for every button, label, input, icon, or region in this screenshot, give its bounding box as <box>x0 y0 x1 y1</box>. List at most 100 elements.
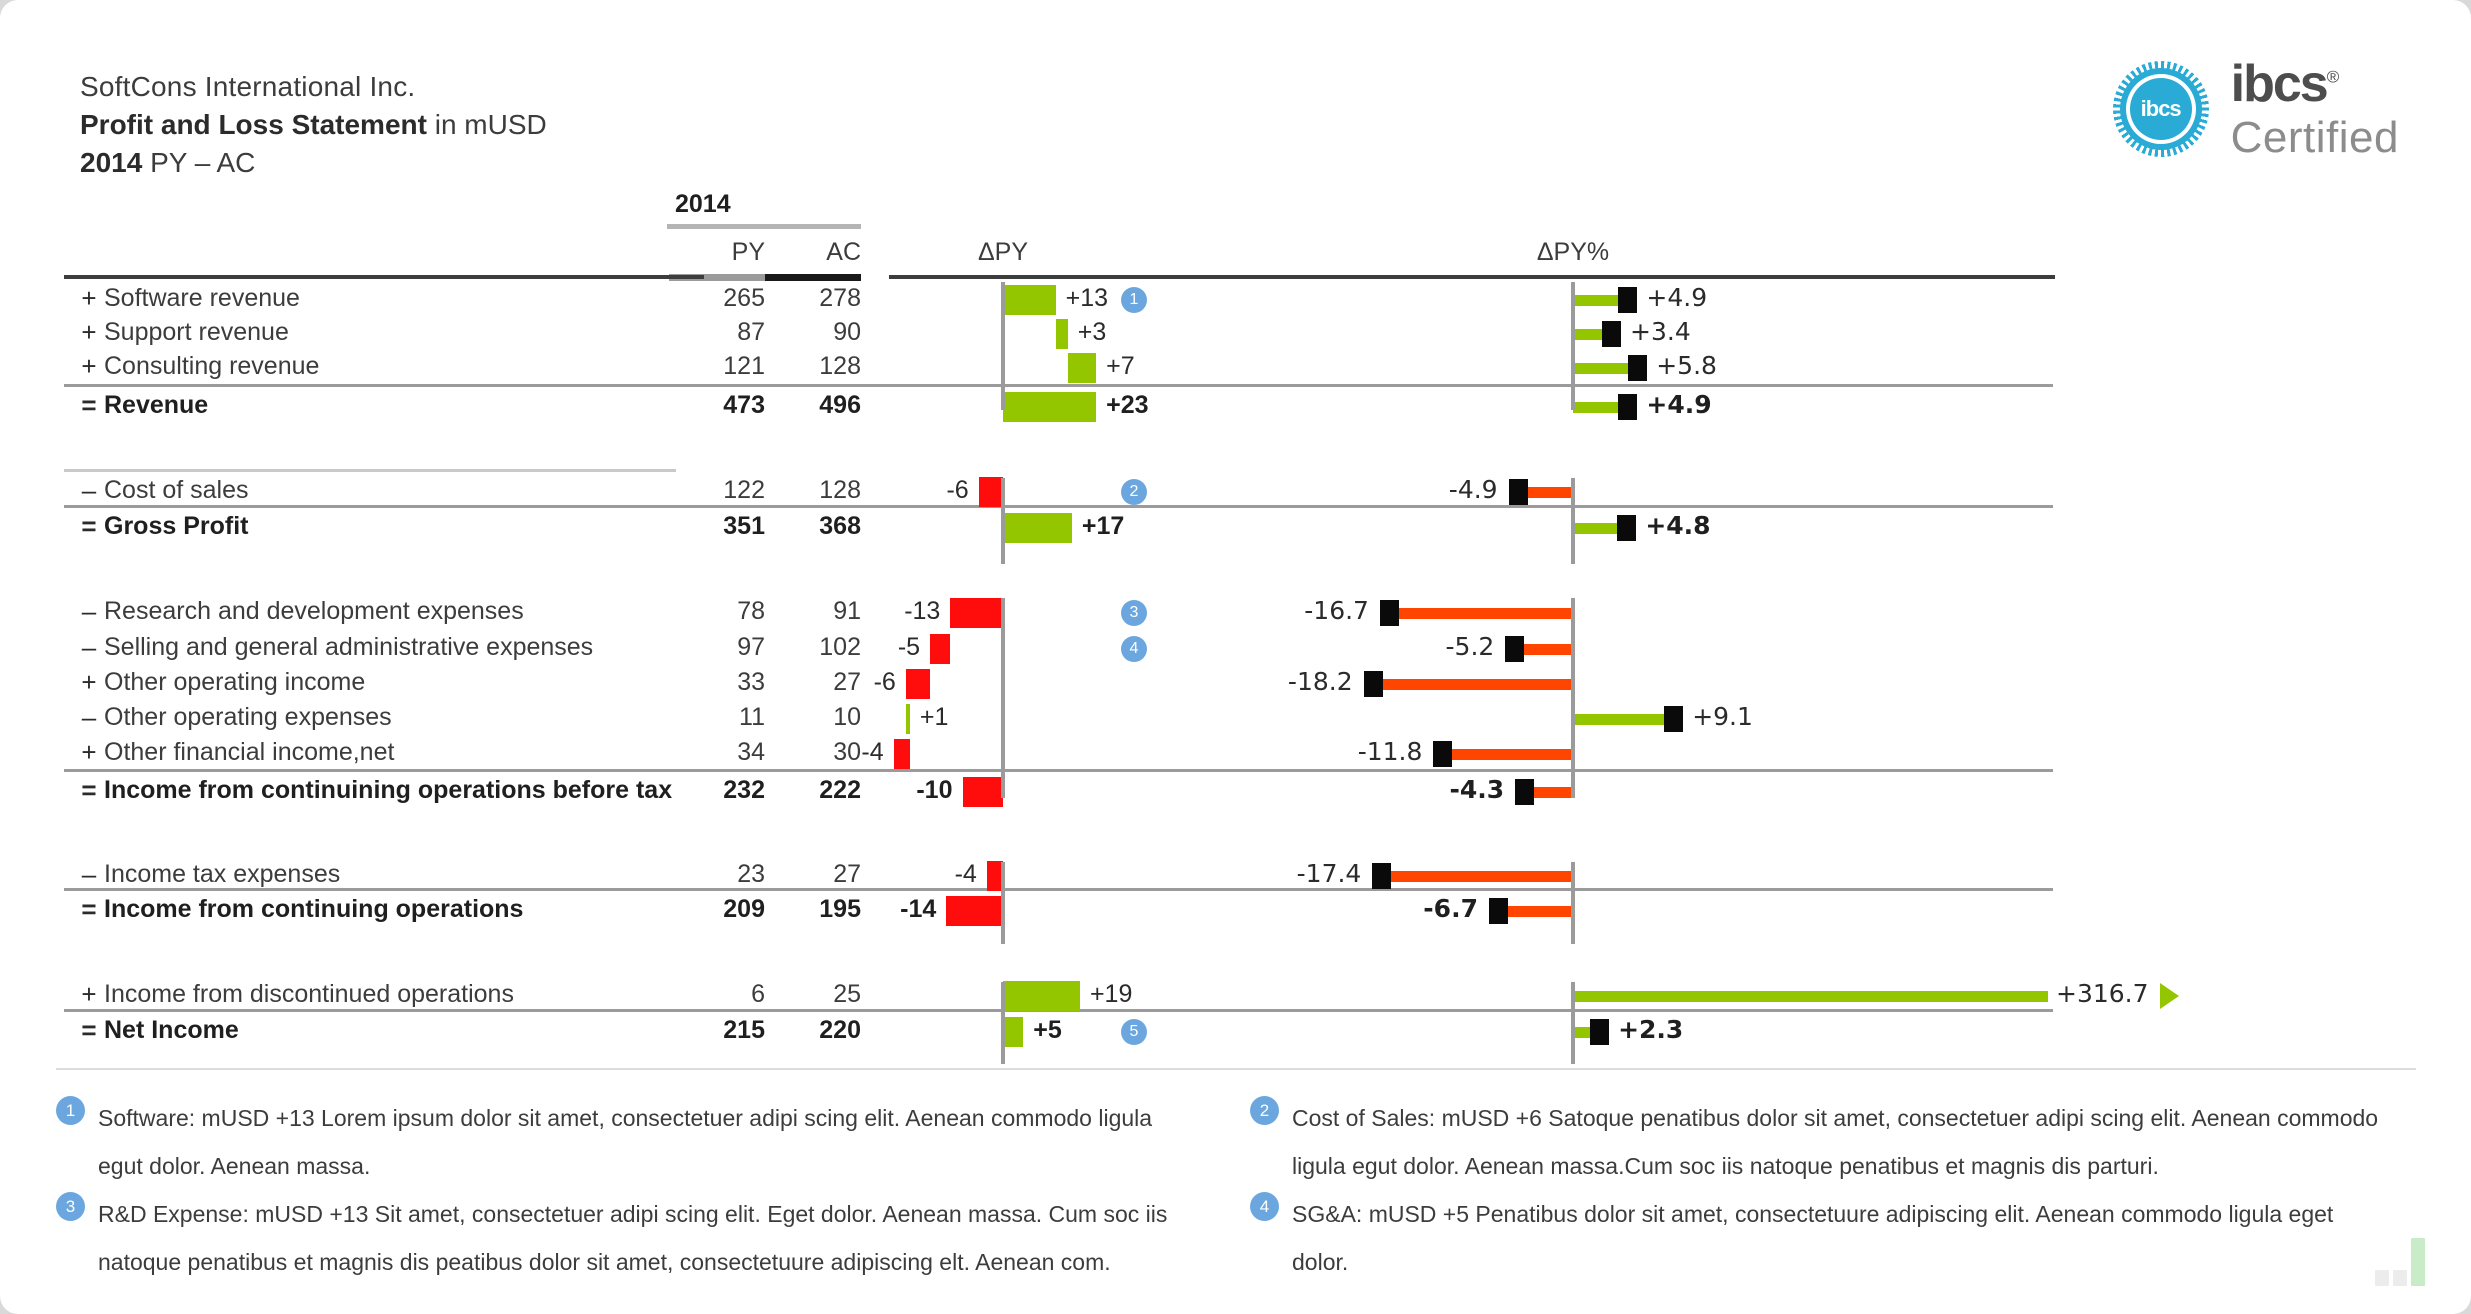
subtotal-rule <box>993 888 2053 891</box>
dpypct-value-label: -4.9 <box>1448 475 1498 504</box>
subtotal-rule <box>64 769 676 772</box>
dpypct-endcap <box>1515 779 1535 805</box>
subtotal-rule <box>64 888 676 891</box>
dpy-waterfall-bar <box>950 598 1003 628</box>
footnote-marker[interactable]: 3 <box>56 1192 85 1221</box>
footnote-text: Cost of Sales: mUSD +6 Satoque penatibus… <box>1292 1105 2379 1179</box>
dpypct-value-label: -17.4 <box>1296 859 1362 888</box>
subtotal-rule <box>659 1009 765 1012</box>
value-ac: 102 <box>819 633 861 661</box>
report-page: SoftCons International Inc. Profit and L… <box>0 0 2471 1314</box>
value-ac: 220 <box>819 1016 861 1044</box>
footnote-marker[interactable]: 1 <box>56 1096 85 1125</box>
footnote-marker[interactable]: 2 <box>1250 1096 1279 1125</box>
row-label: Income from continuing operations <box>104 895 524 923</box>
subtotal-rule <box>993 769 2053 772</box>
footnote: 2 Cost of Sales: mUSD +6 Satoque penatibu… <box>1250 1094 2380 1190</box>
dpy-waterfall-bar <box>905 704 910 734</box>
row-sign: = <box>81 511 97 541</box>
dpypct-bar <box>1516 644 1573 655</box>
row-label: Income from continuining operations befo… <box>104 776 673 804</box>
dpypct-value-label: +3.4 <box>1630 317 1691 346</box>
dpy-value-label: -14 <box>900 895 937 923</box>
scale-break-arrow-icon <box>2160 983 2179 1009</box>
row-sign: + <box>81 283 97 313</box>
value-ac: 27 <box>833 860 861 888</box>
dpy-zero-axis <box>1001 282 1005 410</box>
footnote-marker[interactable]: 3 <box>1121 600 1147 626</box>
footnote-marker[interactable]: 5 <box>1121 1019 1147 1045</box>
subtotal-rule <box>993 1009 2053 1012</box>
row-label: Income from discontinued operations <box>104 980 514 1008</box>
value-ac: 222 <box>819 776 861 804</box>
column-header-dpypct: ΔPY% <box>1536 238 1610 266</box>
dpypct-bar <box>1499 906 1573 917</box>
footnote-marker[interactable]: 4 <box>1121 636 1147 662</box>
subtotal-rule <box>993 384 2053 387</box>
value-ac: 27 <box>833 668 861 696</box>
footnote-marker[interactable]: 1 <box>1121 287 1147 313</box>
dpy-value-label: -13 <box>904 597 941 625</box>
dpy-waterfall-bar <box>1003 1017 1024 1047</box>
dpypct-bar <box>1573 363 1637 374</box>
footnote-marker[interactable]: 4 <box>1250 1192 1279 1221</box>
dpypct-endcap <box>1590 1019 1610 1045</box>
dpy-waterfall-bar <box>893 739 910 769</box>
row-sign: – <box>81 859 97 889</box>
row-label: Other operating expenses <box>104 703 392 731</box>
value-ac: 128 <box>819 352 861 380</box>
dpypct-endcap <box>1433 741 1453 767</box>
row-label: Software revenue <box>104 284 300 312</box>
dpypct-value-label: +4.8 <box>1645 511 1711 540</box>
dpypct-bar <box>1519 487 1573 498</box>
dpypct-endcap <box>1379 600 1399 626</box>
value-ac: 496 <box>819 391 861 419</box>
dpypct-value-label: -5.2 <box>1445 632 1495 661</box>
ac-scenario-bar <box>765 274 861 281</box>
pl-statement-table: 2014 PY AC ΔPY ΔPY% + Software revenue 265 278 + S… <box>0 0 2471 1064</box>
column-header-dpy: ΔPY <box>977 238 1029 266</box>
value-ac: 30 <box>833 738 861 766</box>
dpy-value-label: +1 <box>919 703 949 731</box>
year-underline <box>667 224 861 229</box>
dpypct-bar <box>1573 714 1673 725</box>
subtotal-rule <box>659 505 765 508</box>
row-sign: = <box>81 1015 97 1045</box>
footnotes-divider <box>56 1068 2416 1070</box>
group-rule <box>64 469 676 472</box>
row-label: Research and development expenses <box>104 597 524 625</box>
subtotal-rule <box>755 769 861 772</box>
row-sign: + <box>81 737 97 767</box>
row-sign: = <box>81 775 97 805</box>
footnote-marker[interactable]: 2 <box>1121 479 1147 505</box>
value-ac: 195 <box>819 895 861 923</box>
dpy-value-label: +5 <box>1033 1016 1062 1044</box>
subtotal-rule <box>755 505 861 508</box>
row-sign: – <box>81 596 97 626</box>
dpy-waterfall-bar <box>978 477 1003 507</box>
dpy-value-label: -4 <box>861 738 884 766</box>
value-ac: 368 <box>819 512 861 540</box>
dpy-value-label: -4 <box>954 860 977 888</box>
dpy-value-label: +13 <box>1065 284 1109 312</box>
dpypct-zero-axis <box>1571 862 1575 944</box>
row-sign: + <box>81 667 97 697</box>
dpypct-endcap <box>1628 355 1648 381</box>
dpypct-zero-axis <box>1571 478 1575 564</box>
dpypct-bar <box>1573 991 2048 1002</box>
footnote: 4 SG&A: mUSD +5 Penatibus dolor sit amet,… <box>1250 1190 2380 1286</box>
value-ac: 25 <box>833 980 861 1008</box>
subtotal-rule <box>64 384 676 387</box>
dpypct-value-label: -16.7 <box>1304 596 1369 625</box>
subtotal-rule <box>755 888 861 891</box>
subtotal-rule <box>659 888 765 891</box>
dpy-waterfall-bar <box>1067 353 1097 383</box>
dpy-value-label: -10 <box>916 776 953 804</box>
subtotal-rule <box>64 505 676 508</box>
dpypct-value-label: +316.7 <box>2056 979 2149 1008</box>
corner-chart-logo-icon <box>2375 1238 2425 1286</box>
dpy-waterfall-bar <box>1003 981 1080 1011</box>
dpy-value-label: -6 <box>946 476 969 504</box>
dpy-value-label: +3 <box>1077 318 1107 346</box>
footnote-text: R&D Expense: mUSD +13 Sit amet, consecte… <box>98 1201 1168 1275</box>
